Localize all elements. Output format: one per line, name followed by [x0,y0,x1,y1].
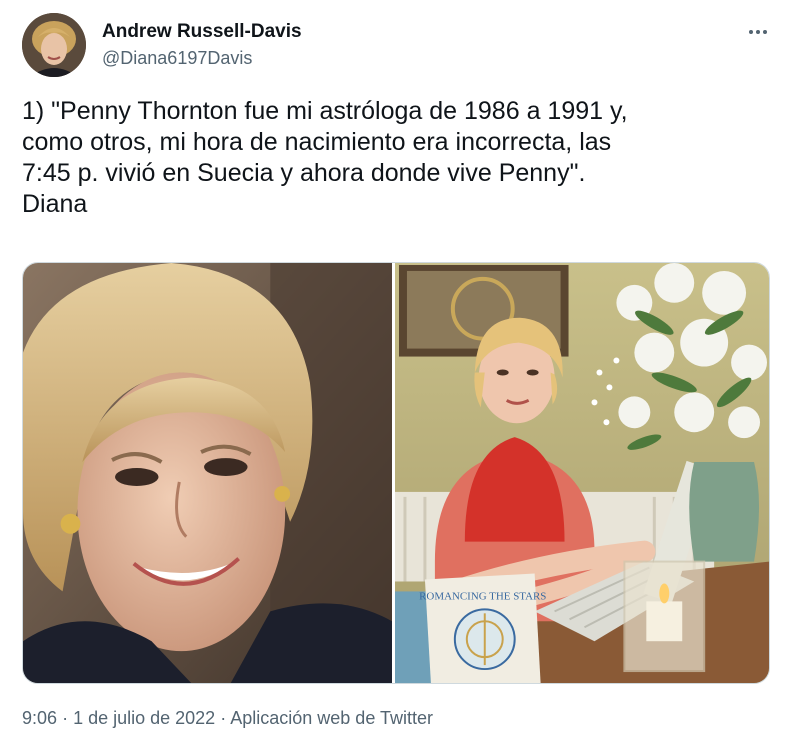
tweet-header: Andrew Russell-Davis @Diana6197Davis [22,12,778,80]
display-name[interactable]: Andrew Russell-Davis [102,20,302,44]
tweet-meta: 9:06 · 1 de julio de 2022 · Aplicación w… [22,706,433,730]
tweet-time[interactable]: 9:06 [22,708,57,728]
portrait-photo[interactable] [23,263,395,683]
photo-woman-at-desk[interactable]: ROMANCING THE STARS [395,263,769,683]
tweet-text: 1) "Penny Thornton fue mi astróloga de 1… [22,97,628,218]
portrait-photo-image [23,263,392,683]
media-grid: ROMANCING THE STARS [22,262,770,684]
tweet-date[interactable]: 1 de julio de 2022 [73,708,215,728]
tweet-source[interactable]: Aplicación web de Twitter [230,708,433,728]
profile-photo-icon [22,13,86,77]
user-handle[interactable]: @Diana6197Davis [102,46,302,70]
author-block: Andrew Russell-Davis @Diana6197Davis [102,20,302,70]
more-options-icon[interactable] [744,20,772,44]
book-title: ROMANCING THE STARS [419,590,546,602]
meta-separator: · [220,708,227,728]
meta-separator: · [62,708,69,728]
avatar[interactable] [22,13,86,77]
photo-woman-at-desk-image: ROMANCING THE STARS [395,263,769,683]
